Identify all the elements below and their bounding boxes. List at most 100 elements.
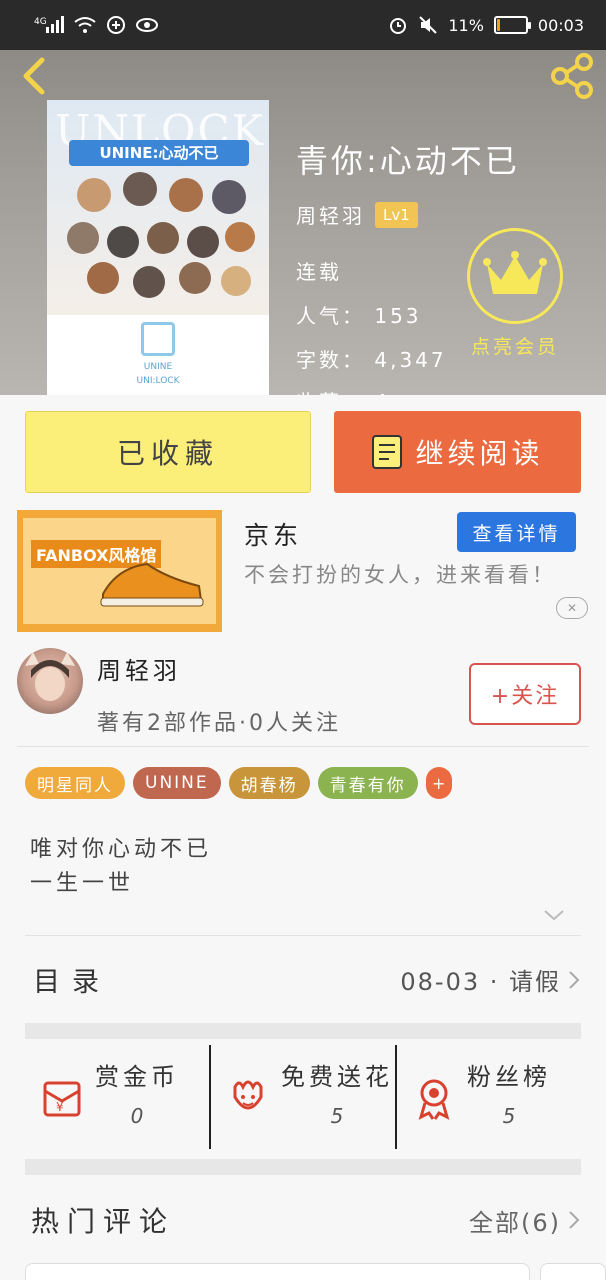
book-word-count: 字数： 4,347 [296, 348, 447, 372]
book-status: 连载 [296, 260, 342, 284]
cover-character [107, 226, 139, 258]
ad-description: 不会打扮的女人，进来看看！ [244, 563, 556, 587]
ad-image[interactable]: FANBOX风格馆 [17, 510, 222, 632]
follow-button[interactable]: +关注 [469, 663, 581, 725]
stat-label: 赏金币 [95, 1063, 179, 1091]
book-title: 青你:心动不已 [296, 142, 520, 180]
share-icon [551, 53, 593, 99]
hot-comments-label: 热门评论 [31, 1205, 176, 1238]
close-icon: ✕ [566, 601, 578, 615]
battery-percent: 11% [448, 15, 484, 35]
cover-character [169, 178, 203, 212]
flower-icon [233, 1080, 263, 1110]
book-collections: 收藏： 4 [296, 386, 390, 395]
signal-icon: 4G [34, 15, 64, 35]
reward-coins-item[interactable]: ¥ 赏金币 0 [25, 1045, 209, 1149]
intro-line: 一生一世 [30, 871, 135, 896]
cover-character [147, 222, 179, 254]
medal-icon [418, 1079, 450, 1120]
continue-reading-button[interactable]: 继续阅读 [334, 411, 581, 493]
back-button[interactable] [14, 54, 54, 98]
cover-character [133, 266, 165, 298]
cover-character [212, 180, 246, 214]
eye-icon [136, 17, 158, 33]
cover-logo [141, 322, 175, 356]
cover-character [87, 262, 119, 294]
cover-character [221, 266, 251, 296]
author-stats: 著有2部作品·0人关注 [97, 711, 341, 736]
free-flower-item[interactable]: 免费送花 5 [209, 1045, 395, 1149]
intro-line: 唯对你心动不已 [30, 837, 213, 862]
continue-reading-label: 继续阅读 [415, 437, 544, 470]
cover-character [67, 222, 99, 254]
status-bar: 4G 11% 00:03 [0, 0, 606, 50]
ad-banner[interactable]: FANBOX风格馆 京东 查看详情 不会打扮的女人，进来看看！ ✕ [17, 510, 589, 632]
svg-text:4G: 4G [34, 17, 47, 27]
collected-button[interactable]: 已收藏 [25, 411, 311, 493]
cover-title: UNINE:心动不已 [69, 140, 249, 166]
vip-button[interactable]: 点亮会员 [462, 228, 568, 359]
ad-brand: 京东 [244, 521, 303, 550]
book-detail-panel: 已收藏 继续阅读 FANBOX风格馆 京东 查看详情 不会打扮的女人，进来看看！… [0, 395, 606, 1280]
fan-ranking-item[interactable]: 粉丝榜 5 [395, 1045, 581, 1149]
vip-label: 点亮会员 [470, 336, 559, 358]
battery-level [496, 19, 501, 31]
chevron-right-icon [569, 1211, 580, 1229]
book-cover[interactable]: UNLOCK UNINE:心动不已 UNINE UNI:LOCK [47, 100, 269, 395]
book-popularity: 人气： 153 [296, 304, 422, 328]
tag-item[interactable]: 青春有你 [317, 767, 418, 799]
data-saver-icon [106, 15, 126, 35]
reward-stats: ¥ 赏金币 0 免费送花 5 粉丝榜 5 [25, 1045, 581, 1149]
latest-chapter: 08-03 · 请假 [400, 968, 561, 996]
tag-list: 明星同人 UNINE 胡春杨 青春有你 + [25, 767, 452, 799]
battery-icon [493, 16, 531, 34]
catalog-label: 目录 [33, 967, 111, 998]
crown-icon [483, 251, 547, 294]
tag-item[interactable]: 明星同人 [25, 767, 125, 799]
section-divider [25, 1159, 581, 1175]
clock: 00:03 [537, 15, 584, 35]
author-section: 周轻羽 著有2部作品·0人关注 +关注 [17, 645, 589, 747]
share-button[interactable] [548, 52, 596, 100]
stat-label: 粉丝榜 [467, 1063, 551, 1091]
cover-character [179, 262, 211, 294]
all-comments-label: 全部(6) [469, 1208, 561, 1237]
red-envelope-icon: ¥ [43, 1081, 81, 1117]
level-badge: Lv1 [375, 201, 418, 228]
svg-text:¥: ¥ [56, 1100, 64, 1114]
comment-card[interactable] [25, 1263, 530, 1280]
cover-character [225, 222, 255, 252]
chevron-down-icon[interactable] [542, 907, 566, 923]
author-name[interactable]: 周轻羽 [97, 651, 181, 686]
ad-detail-button[interactable]: 查看详情 [457, 512, 576, 552]
tag-item[interactable]: UNINE [133, 767, 221, 799]
mute-icon [418, 15, 438, 35]
stat-value: 0 [130, 1104, 144, 1128]
sneaker-image [100, 562, 204, 607]
chevron-right-icon [569, 970, 580, 989]
book-intro: 唯对你心动不已 一生一世 [30, 833, 212, 901]
tag-item[interactable]: 胡春杨 [228, 767, 310, 799]
chevron-left-icon [23, 57, 45, 95]
book-icon [372, 435, 403, 469]
wifi-icon [74, 16, 96, 34]
hot-comments-header: 热门评论 全部(6) [25, 1195, 581, 1245]
all-comments-link[interactable]: 全部(6) [469, 1203, 581, 1238]
header-author-name[interactable]: 周轻羽 [296, 200, 365, 229]
ad-close-button[interactable]: ✕ [556, 597, 588, 619]
stat-value: 5 [330, 1104, 344, 1128]
section-divider [25, 1023, 581, 1039]
header-author-row: 周轻羽 Lv1 [296, 200, 418, 229]
catalog-row[interactable]: 目录 08-03 · 请假 [25, 935, 581, 1023]
cover-character [77, 178, 111, 212]
add-tag-button[interactable]: + [425, 767, 452, 799]
book-header: UNLOCK UNINE:心动不已 UNINE UNI:LOCK 青你:心动不已… [0, 50, 606, 395]
avatar[interactable] [17, 648, 83, 714]
comment-card[interactable] [540, 1263, 606, 1280]
alarm-icon [388, 15, 408, 35]
stat-value: 5 [502, 1104, 516, 1128]
cover-brand: UNINE [143, 362, 173, 372]
cover-character [187, 226, 219, 258]
stat-label: 免费送花 [281, 1063, 393, 1091]
cover-subbrand: UNI:LOCK [136, 376, 180, 386]
